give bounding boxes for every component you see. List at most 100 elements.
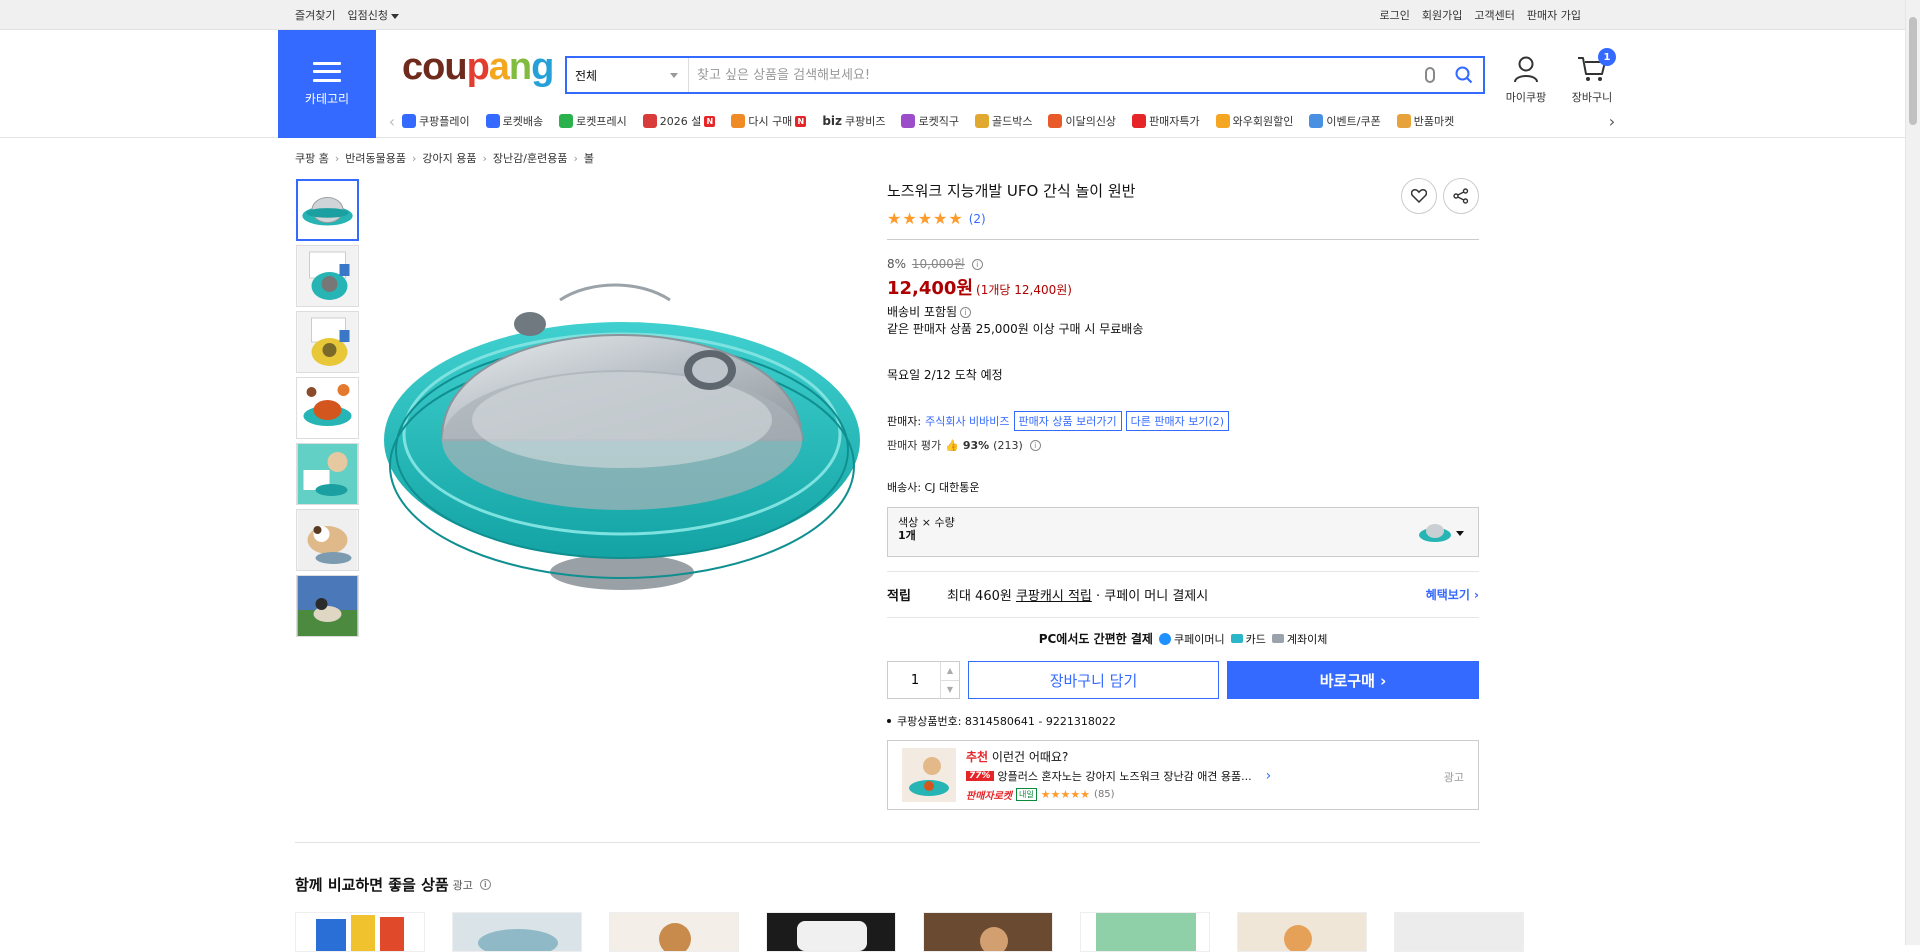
search-button[interactable] — [1449, 60, 1479, 90]
discount-rate: 8% — [887, 257, 907, 271]
quick-nav-item[interactable]: 이달의신상 — [1048, 113, 1116, 129]
recommendation-discount: 77% — [966, 771, 994, 781]
carrier: 배송사: CJ 대한통운 — [887, 481, 980, 494]
cart-button[interactable]: 장바구니 1 — [1562, 48, 1622, 105]
cashback-condition: · 쿠페이 머니 결제시 — [1096, 589, 1209, 604]
quick-nav-item[interactable]: 와우회원할인 — [1215, 113, 1293, 129]
quick-nav-item[interactable]: 쿠팡플레이 — [402, 113, 470, 129]
logo-part: g — [531, 46, 554, 88]
chevron-right-icon[interactable]: › — [1602, 112, 1622, 131]
other-sellers-button[interactable]: 다른 판매자 보기(2) — [1125, 411, 1230, 431]
mycoupang-button[interactable]: 마이쿠팡 — [1496, 52, 1556, 105]
customer-center-link[interactable]: 고객센터 — [1474, 7, 1514, 23]
signup-link[interactable]: 회원가입 — [1422, 7, 1462, 23]
review-count[interactable]: (2) — [969, 212, 986, 226]
breadcrumb-item[interactable]: 쿠팡 홈 — [295, 150, 329, 166]
compare-product[interactable] — [609, 912, 739, 952]
coupang-logo[interactable]: coupang — [402, 46, 554, 89]
compare-product[interactable] — [766, 912, 896, 952]
seller-name-link[interactable]: 주식회사 비바비즈 — [925, 413, 1009, 429]
compare-title-text: 함께 비교하면 좋을 상품 — [295, 876, 449, 894]
quantity-input[interactable] — [888, 662, 942, 698]
compare-product[interactable] — [923, 912, 1053, 952]
search-input[interactable] — [689, 58, 1425, 92]
goldbox-icon — [974, 114, 989, 128]
buy-now-button[interactable]: 바로구매 › — [1227, 661, 1479, 699]
coupang-cash-link[interactable]: 쿠팡캐시 적립 — [1016, 585, 1092, 604]
recommendation-card[interactable]: 추천 이런건 어때요? 77% 앙플러스 혼자노는 강아지 노즈워크 장난감 애견… — [887, 740, 1479, 810]
login-link[interactable]: 로그인 — [1380, 7, 1410, 23]
info-icon[interactable]: i — [1029, 439, 1041, 451]
breadcrumb-separator-icon: › — [482, 151, 487, 165]
breadcrumb-item[interactable]: 반려동물용품 — [345, 150, 406, 166]
recommendation-image — [902, 748, 956, 802]
wow-icon — [1215, 114, 1230, 128]
breadcrumb-item[interactable]: 강아지 용품 — [422, 150, 476, 166]
rating[interactable]: ★ ★ ★ ★ ★ (2) — [887, 211, 1479, 227]
thumbnail-dog-package[interactable] — [296, 443, 359, 505]
quantity-down-icon[interactable]: ▼ — [941, 681, 959, 699]
recommendation-prefix: 추천 — [966, 750, 989, 764]
compare-product[interactable] — [452, 912, 582, 952]
logo-part: p — [466, 46, 490, 88]
benefits-link[interactable]: 혜택보기 › — [1426, 586, 1479, 603]
compare-product[interactable] — [1394, 912, 1524, 952]
bank-transfer: 계좌이체 — [1271, 631, 1327, 647]
thumbnail-ufo-yellow[interactable] — [296, 311, 359, 373]
compare-product[interactable] — [1080, 912, 1210, 952]
info-icon[interactable]: i — [971, 259, 983, 270]
logo-part: a — [488, 46, 510, 88]
recommendation-product: 77% 앙플러스 혼자노는 강아지 노즈워크 장난감 애견 용품... › — [966, 768, 1271, 784]
new-badge: N — [795, 115, 807, 127]
quick-nav-item[interactable]: 로켓배송 — [485, 113, 543, 129]
coupay-icon — [1158, 632, 1171, 645]
chevron-right-icon: › — [1265, 768, 1272, 784]
seller-products-button[interactable]: 판매자 상품 보러가기 — [1013, 411, 1122, 431]
payment-title: PC에서도 간편한 결제 — [1038, 632, 1153, 646]
star-icon: ★ — [902, 209, 917, 228]
add-to-cart-button[interactable]: 장바구니 담기 — [968, 661, 1219, 699]
scrollbar-thumb[interactable] — [1909, 17, 1917, 125]
info-icon[interactable]: i — [479, 879, 491, 890]
compare-product[interactable] — [295, 912, 425, 952]
quick-nav-item[interactable]: 다시 구매 N — [731, 113, 807, 129]
thumbnail-ufo-treats[interactable] — [296, 377, 359, 439]
category-button[interactable]: 카테고리 — [278, 30, 376, 138]
quick-nav-item[interactable]: biz 쿠팡비즈 — [822, 113, 885, 129]
quick-nav-item[interactable]: 로켓직구 — [901, 113, 959, 129]
thumbnail-dog-playing[interactable] — [296, 509, 359, 571]
product-main-image[interactable] — [380, 240, 865, 600]
vendor-apply-link[interactable]: 입점신청 — [347, 7, 399, 23]
quick-nav-label: 다시 구매 — [748, 115, 793, 128]
microphone-icon[interactable] — [1425, 67, 1435, 83]
quick-nav-item[interactable]: 2026 설N — [642, 113, 716, 129]
quick-nav-label: 로켓직구 — [918, 115, 959, 128]
product-info-panel: 노즈워크 지능개발 UFO 간식 놀이 원반 ★ ★ ★ ★ ★ (2) 8% … — [887, 178, 1479, 810]
breadcrumb-item[interactable]: 장난감/훈련용품 — [493, 150, 568, 166]
search-bar: 전체 — [565, 56, 1485, 94]
wishlist-button[interactable] — [1401, 178, 1437, 214]
chevron-left-icon[interactable]: ‹ — [382, 112, 402, 131]
thumbnail-ufo-box[interactable] — [296, 245, 359, 307]
quick-nav-item[interactable]: 이벤트/쿠폰 — [1309, 113, 1381, 129]
share-button[interactable] — [1443, 178, 1479, 214]
option-select[interactable]: 색상 × 수량 1개 — [887, 507, 1479, 557]
info-icon[interactable]: i — [960, 307, 972, 318]
bullet — [887, 719, 891, 723]
thumbnail-dog-outdoor[interactable] — [296, 575, 359, 637]
quick-nav-item[interactable]: 로켓프레시 — [559, 113, 627, 129]
quantity-up-icon[interactable]: ▲ — [941, 662, 959, 681]
heart-icon — [1411, 189, 1427, 203]
sale-price: 12,400원 — [887, 278, 974, 299]
site-header: 카테고리 coupang 전체 마이쿠팡 장바구니 1 ‹ 쿠팡플레이 로켓배송 로… — [0, 30, 1905, 138]
seller-signup-link[interactable]: 판매자 가입 — [1527, 7, 1581, 23]
quick-nav-item[interactable]: 골드박스 — [974, 113, 1032, 129]
quick-nav-item[interactable]: 반품마켓 — [1396, 113, 1454, 129]
compare-product[interactable] — [1237, 912, 1367, 952]
thumbnail-ufo-top[interactable] — [296, 179, 359, 241]
search-scope-select[interactable]: 전체 — [567, 58, 689, 92]
breadcrumb-item[interactable]: 볼 — [584, 150, 594, 166]
bookmarks-link[interactable]: 즐겨찾기 — [295, 7, 335, 23]
page-scrollbar[interactable] — [1905, 0, 1920, 945]
quick-nav-item[interactable]: 판매자특가 — [1132, 113, 1200, 129]
